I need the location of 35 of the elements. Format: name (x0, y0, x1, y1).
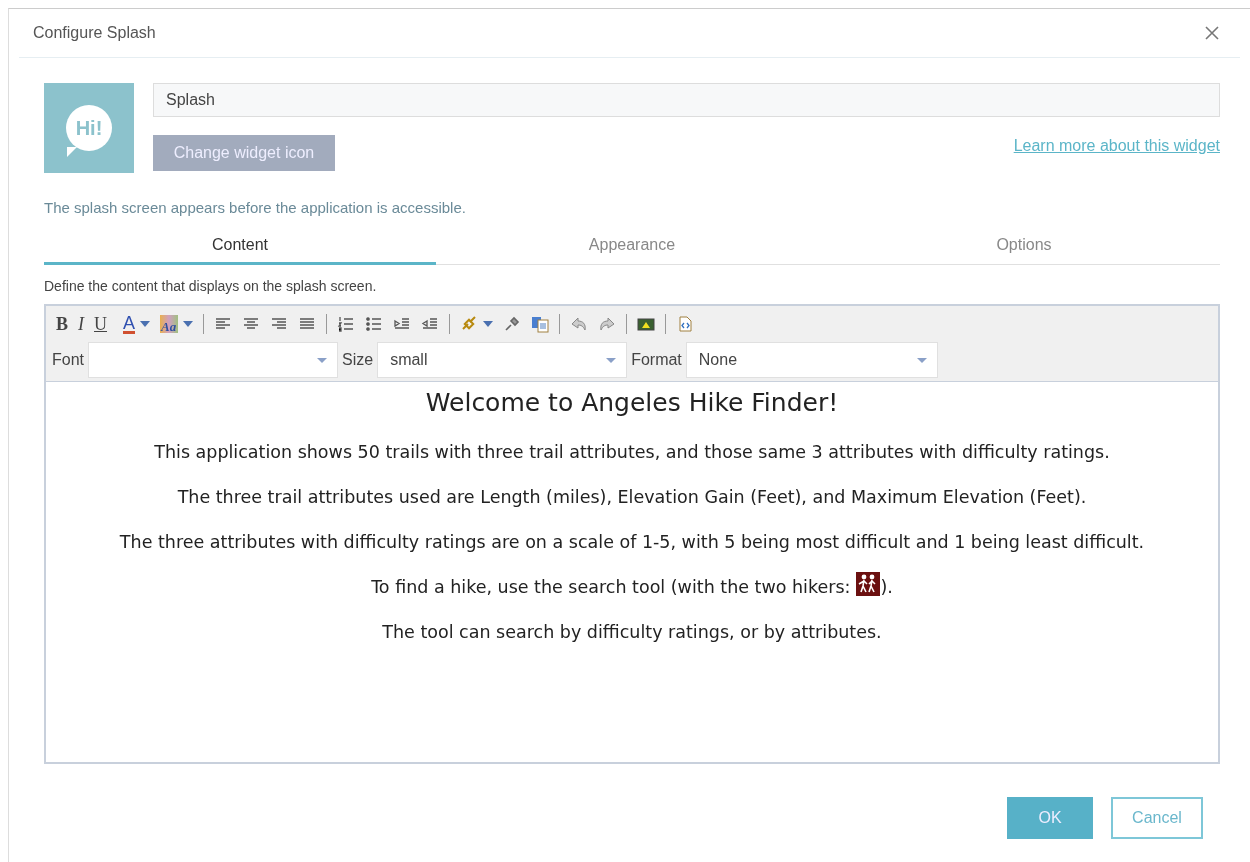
source-icon (676, 315, 695, 333)
highlight-button[interactable]: Aa (156, 312, 198, 336)
instruction-text: Define the content that displays on the splash screen. (44, 278, 378, 294)
tab[interactable]: Appearance (436, 230, 828, 265)
underline-button[interactable]: U (90, 312, 111, 336)
dropdown-field[interactable]: small (377, 342, 628, 378)
redo-icon (598, 315, 617, 333)
window-title: Configure Splash (33, 24, 156, 42)
close-icon[interactable] (1204, 25, 1220, 41)
paragraph-text: The three trail attributes used are Length (miles), Elevation Gain (Feet), and Maximum Elevation (Feet). (177, 487, 1087, 507)
content-heading: Welcome to Angeles Hike Finder! (424, 388, 840, 417)
paste-icon (531, 315, 550, 333)
tab[interactable]: Options (828, 230, 1220, 265)
numbered-list-icon (337, 315, 356, 333)
select-label: Size (342, 351, 374, 369)
tab[interactable]: Content (44, 230, 436, 265)
image-icon (637, 315, 656, 333)
paragraph-text: ). (880, 577, 893, 597)
paragraph-text: The tool can search by difficulty ratings, or by attributes. (382, 622, 882, 642)
hikers-icon (856, 572, 881, 596)
widget-icon: Hi! (44, 83, 134, 173)
name-field[interactable]: Splash (153, 83, 1220, 117)
paragraph-text: This application shows 50 trails with three trail attributes, and those same 3 attributes with difficulty ratings. (154, 442, 1110, 462)
description-text: The splash screen appears before the application is accessible. (44, 199, 467, 216)
undo-icon (570, 315, 589, 333)
paragraph-text: The three attributes with difficulty ratings are on a scale of 1-5, with 5 being most difficult and 1 being least difficult. (119, 532, 1145, 552)
select-label: Format (631, 351, 682, 369)
select-label: Font (52, 351, 84, 369)
bold-button[interactable]: B (52, 312, 72, 336)
dropdown-field[interactable]: None (685, 342, 938, 378)
font-color-button[interactable]: A (113, 312, 155, 336)
paragraph-text: To find a hike, use the search tool (with the two hikers: (371, 577, 851, 597)
italic-button[interactable]: I (74, 312, 88, 336)
dropdown-field[interactable] (88, 342, 338, 378)
bullet-list-icon (365, 315, 384, 333)
